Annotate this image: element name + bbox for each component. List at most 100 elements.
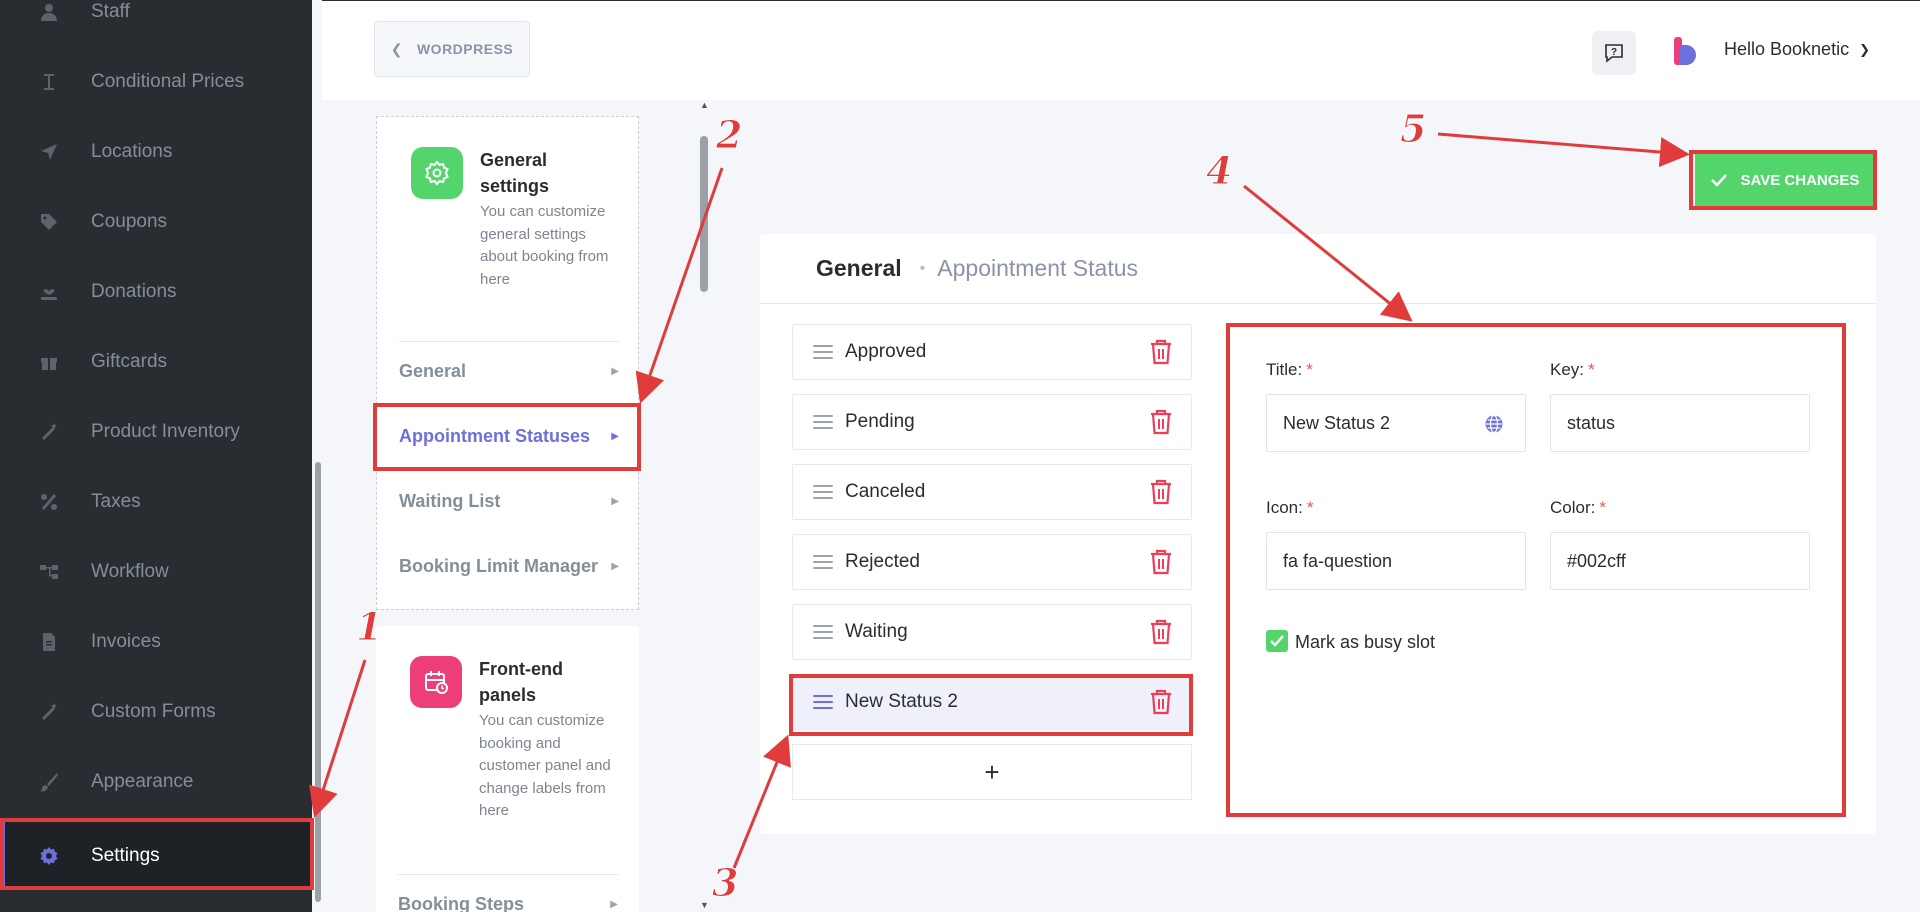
sidebar-item-coupons[interactable]: Coupons [0, 192, 312, 252]
status-row[interactable]: Waiting [792, 604, 1192, 660]
sidebar-scrollbar[interactable] [314, 0, 322, 912]
breadcrumb-current: Appointment Status [937, 255, 1138, 281]
caret-right-icon: ▶ [611, 560, 619, 572]
sidebar-item-staff[interactable]: Staff [0, 0, 312, 42]
annotation-number-4: 4 [1205, 148, 1233, 194]
brush-icon [38, 771, 60, 793]
delete-status-button[interactable] [1141, 542, 1181, 582]
drag-handle-icon[interactable] [813, 485, 833, 499]
scroll-up-arrow-icon[interactable]: ▲ [700, 100, 709, 110]
breadcrumb: General • Appointment Status [760, 234, 1876, 304]
location-arrow-icon [38, 141, 60, 163]
sidebar-item-custom-forms[interactable]: Custom Forms [0, 682, 312, 742]
sidebar-item-appearance[interactable]: Appearance [0, 752, 312, 812]
general-settings-description: You can customize general settings about… [480, 203, 609, 288]
status-row[interactable]: Approved [792, 324, 1192, 380]
sidebar-item-locations[interactable]: Locations [0, 122, 312, 182]
annotation-box-5 [1689, 150, 1877, 210]
menu-link-label: Waiting List [399, 490, 501, 511]
drag-handle-icon[interactable] [813, 345, 833, 359]
workflow-icon [38, 561, 60, 583]
sidebar-item-label: Locations [91, 141, 173, 162]
help-chat-icon: ? [1605, 44, 1623, 63]
trash-icon [1149, 409, 1173, 435]
delete-status-button[interactable] [1141, 472, 1181, 512]
annotation-box-3 [789, 674, 1193, 736]
sidebar-item-donations[interactable]: Donations [0, 262, 312, 322]
status-label: Rejected [845, 551, 920, 572]
user-greeting: Hello Booknetic [1724, 39, 1850, 59]
sidebar-item-label: Giftcards [91, 351, 168, 372]
gift-icon [38, 351, 60, 373]
calendar-clock-icon [410, 656, 462, 708]
sidebar-item-label: Product Inventory [91, 421, 240, 442]
help-button[interactable]: ? [1592, 31, 1636, 75]
back-label: WORDPRESS [416, 41, 514, 57]
user-menu[interactable]: Hello Booknetic ❯ [1724, 39, 1870, 60]
menu-link-waiting-list[interactable]: Waiting List ▶ [399, 483, 619, 519]
annotation-box-1 [0, 818, 314, 890]
frontend-panels-card: Front-end panels You can customize booki… [376, 626, 639, 912]
sidebar-item-conditional-prices[interactable]: Conditional Prices [0, 52, 312, 112]
annotation-arrow-1 [309, 659, 367, 818]
sidebar-item-workflow[interactable]: Workflow [0, 542, 312, 602]
delete-status-button[interactable] [1141, 612, 1181, 652]
sidebar-item-taxes[interactable]: Taxes [0, 472, 312, 532]
frontend-panels-title: Front-end panels [479, 659, 563, 705]
status-row[interactable]: Pending [792, 394, 1192, 450]
sidebar-item-product-inventory[interactable]: Product Inventory [0, 402, 312, 462]
user-icon [38, 1, 60, 23]
scroll-down-arrow-icon[interactable]: ▼ [700, 900, 709, 910]
back-to-wordpress-button[interactable]: ❮ WORDPRESS [374, 21, 530, 77]
drag-handle-icon[interactable] [813, 555, 833, 569]
menu-link-booking-steps[interactable]: Booking Steps ▶ [398, 886, 618, 912]
settings-menu-scrollbar[interactable]: ▲ ▼ [700, 100, 709, 912]
menu-link-booking-limit-manager[interactable]: Booking Limit Manager ▶ [399, 548, 619, 584]
top-header: ❮ WORDPRESS ? Hello Booknetic ❯ [322, 0, 1920, 100]
menu-link-label: General [399, 360, 467, 381]
document-icon [38, 631, 60, 653]
plus-icon: + [984, 756, 1000, 787]
caret-right-icon: ▶ [611, 365, 619, 377]
magic-wand-icon [38, 421, 60, 443]
sidebar-item-giftcards[interactable]: Giftcards [0, 332, 312, 392]
status-row[interactable]: Canceled [792, 464, 1192, 520]
breadcrumb-separator: • [919, 259, 926, 277]
sidebar-item-label: Taxes [91, 491, 141, 512]
sidebar: Staff Conditional Prices Locations Coupo… [0, 0, 312, 912]
sidebar-item-label: Workflow [91, 561, 169, 582]
scroll-thumb[interactable] [315, 462, 321, 902]
breadcrumb-root[interactable]: General [816, 255, 902, 282]
divider [399, 341, 619, 342]
magic-wand-icon [38, 701, 60, 723]
percent-icon [38, 491, 60, 513]
sidebar-item-label: Appearance [91, 771, 194, 792]
cursor-text-icon [38, 71, 60, 93]
sidebar-item-invoices[interactable]: Invoices [0, 612, 312, 672]
annotation-arrow-5 [1437, 132, 1690, 168]
sidebar-item-label: Invoices [91, 631, 161, 652]
tag-icon [38, 211, 60, 233]
annotation-number-5: 5 [1399, 106, 1427, 152]
chevron-down-icon: ❯ [1859, 41, 1870, 57]
add-status-button[interactable]: + [792, 744, 1192, 800]
trash-icon [1149, 619, 1173, 645]
caret-right-icon: ▶ [610, 898, 618, 910]
booknetic-logo-icon [1674, 37, 1696, 65]
status-label: Pending [845, 411, 915, 432]
menu-link-label: Booking Limit Manager [399, 555, 599, 576]
frontend-panels-description: You can customize booking and customer p… [479, 712, 611, 819]
menu-link-general[interactable]: General ▶ [399, 353, 619, 389]
status-row[interactable]: Rejected [792, 534, 1192, 590]
trash-icon [1149, 479, 1173, 505]
delete-status-button[interactable] [1141, 402, 1181, 442]
annotation-number-1: 1 [355, 604, 383, 650]
scroll-thumb[interactable] [700, 136, 708, 292]
delete-status-button[interactable] [1141, 332, 1181, 372]
annotation-number-3: 3 [711, 860, 739, 906]
annotation-arrow-2 [635, 167, 724, 404]
sidebar-item-label: Conditional Prices [91, 71, 245, 92]
drag-handle-icon[interactable] [813, 415, 833, 429]
drag-handle-icon[interactable] [813, 625, 833, 639]
settings-gear-icon [411, 147, 463, 199]
